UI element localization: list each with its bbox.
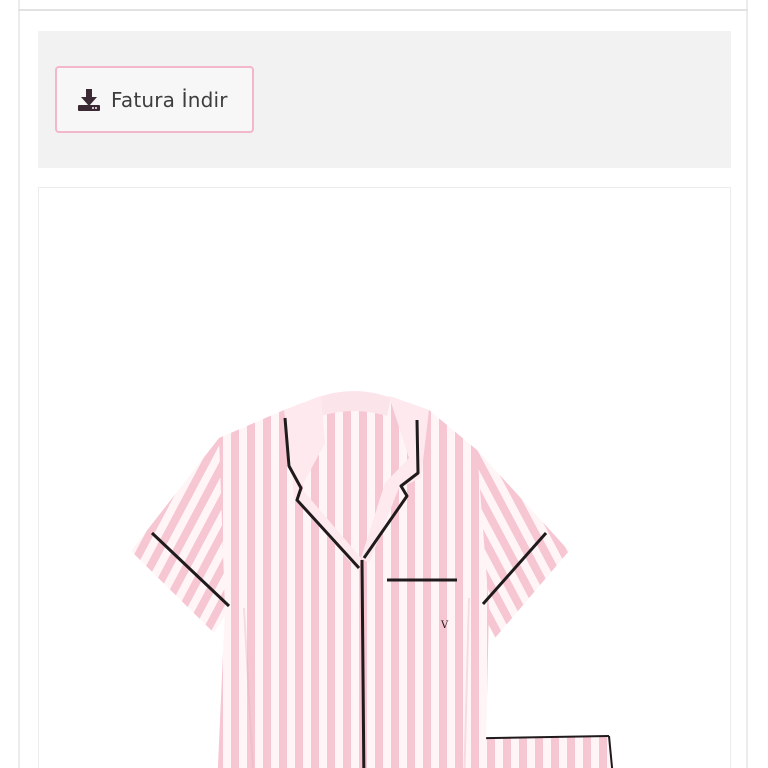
download-invoice-button[interactable]: Fatura İndir [55,66,254,133]
download-invoice-label: Fatura İndir [111,87,228,112]
product-image-card: V [38,187,731,768]
product-image[interactable]: V [39,188,732,768]
svg-text:V: V [440,620,449,631]
download-icon [77,88,101,112]
top-divider [18,9,748,11]
order-detail-page: Fatura İndir V [0,0,768,768]
